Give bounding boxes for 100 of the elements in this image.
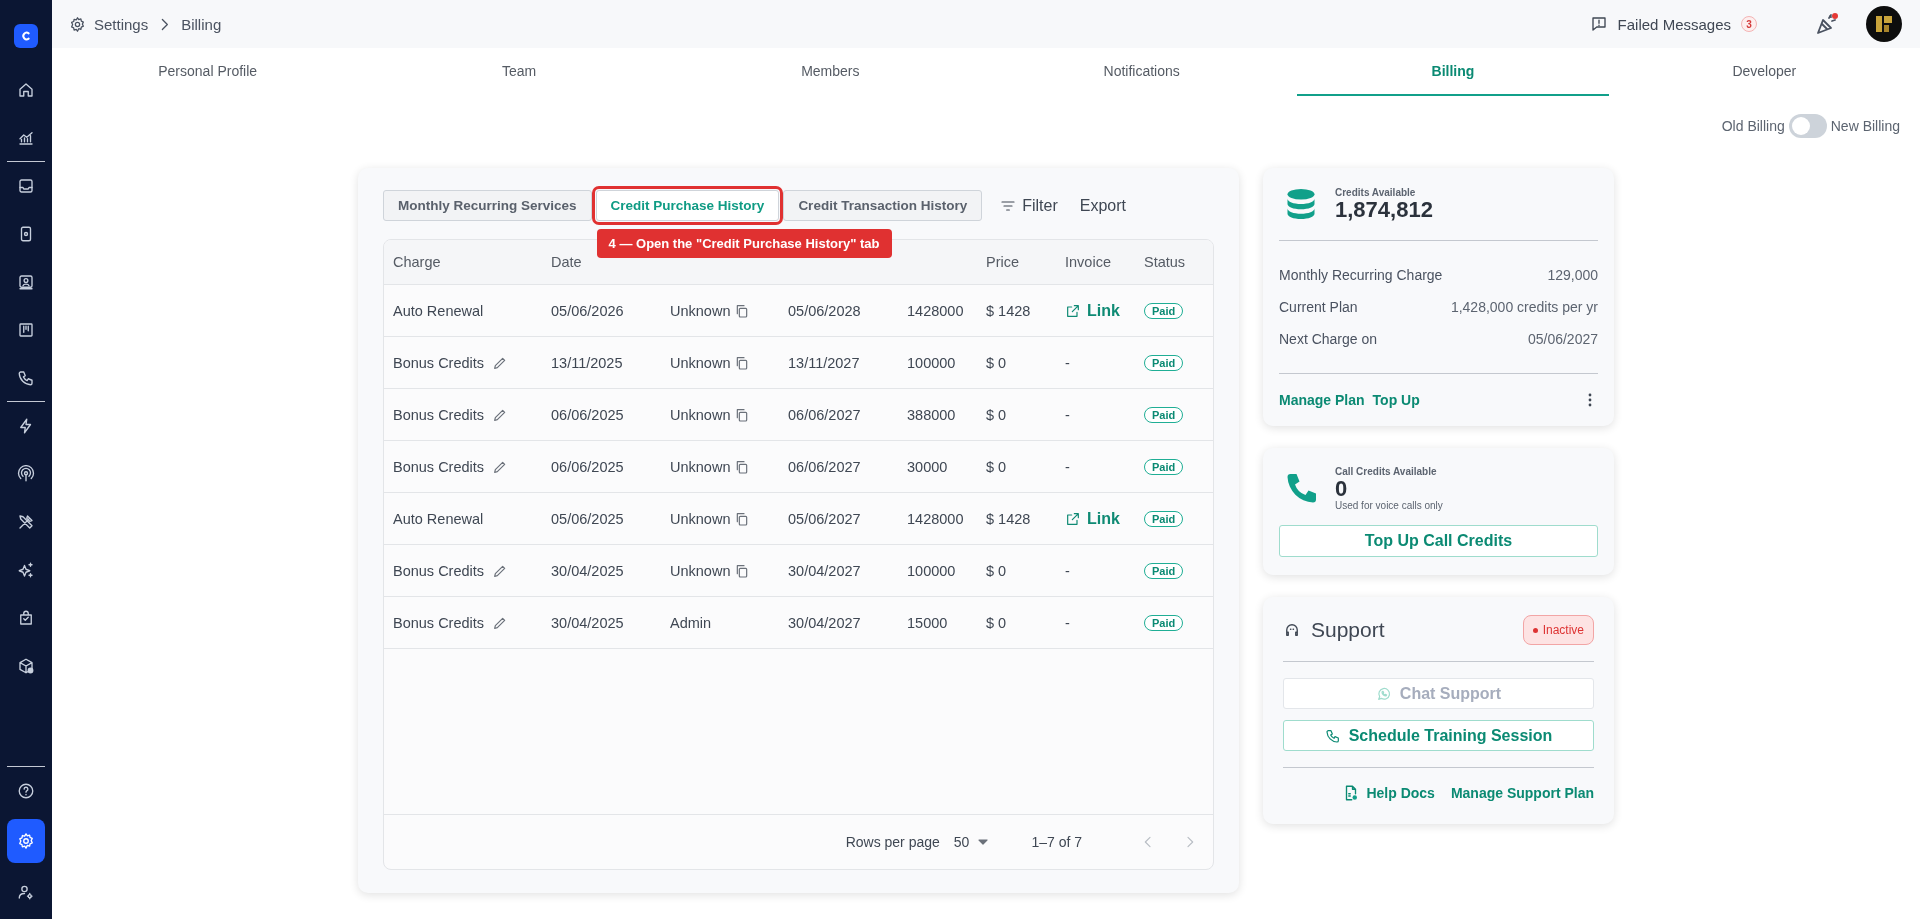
settings-tab[interactable]: Developer <box>1608 48 1920 96</box>
table-cell-text: 1428000 <box>906 510 965 527</box>
column-header: Status <box>1143 254 1187 270</box>
app-logo[interactable] <box>14 24 38 48</box>
page-range: 1–7 of 7 <box>1031 834 1082 850</box>
table-cell: Unknown <box>670 406 731 423</box>
table-cell-text: 30/04/2027 <box>787 562 862 579</box>
detail-label: Next Charge on <box>1279 330 1378 349</box>
status-badge: Paid <box>1144 354 1184 371</box>
card-title: Call Credits Available <box>1335 466 1438 477</box>
settings-tab[interactable]: Team <box>363 48 675 96</box>
board-icon[interactable] <box>17 320 35 339</box>
status-badge: Inactive <box>1522 615 1594 646</box>
table-cell-text: 05/06/2026 <box>550 302 625 319</box>
table-cell: Bonus Credits <box>393 458 485 475</box>
table-cell: - <box>1065 354 1070 371</box>
sparkle-icon[interactable] <box>17 560 35 579</box>
credits-value: 1,874,812 <box>1335 197 1433 222</box>
contact-card-icon[interactable] <box>17 272 35 291</box>
table-cell: - <box>1065 406 1070 423</box>
table-cell-text: 06/06/2027 <box>787 458 862 475</box>
invoice-link[interactable]: Link <box>1065 509 1120 528</box>
settings-tab[interactable]: Billing <box>1297 48 1609 96</box>
status-badge: Paid <box>1144 614 1184 631</box>
breadcrumb-item[interactable]: Settings <box>94 15 149 33</box>
table-cell-text: 05/06/2027 <box>787 510 862 527</box>
settings-tab[interactable]: Members <box>674 48 986 96</box>
external-link-icon <box>1065 302 1081 319</box>
column-header: Date <box>550 254 583 270</box>
card-link[interactable]: Manage Plan <box>1279 392 1365 408</box>
help-icon[interactable] <box>17 781 35 800</box>
history-tab[interactable]: Credit Purchase History <box>595 190 780 221</box>
history-tab[interactable]: Credit Transaction History <box>783 190 983 221</box>
inbox-icon[interactable] <box>17 176 35 195</box>
table-cell: Bonus Credits <box>393 406 485 423</box>
column-header: Price <box>985 254 1021 270</box>
status-badge: Paid <box>1144 302 1184 319</box>
billing-toggle[interactable] <box>1788 113 1827 138</box>
tools-icon[interactable] <box>17 512 35 531</box>
table-cell-text: 05/06/2025 <box>550 510 625 527</box>
table-cell: Unknown <box>670 354 731 371</box>
chat-icon <box>1375 685 1392 702</box>
table-cell: Unknown <box>670 302 731 319</box>
settings-tab[interactable]: Notifications <box>986 48 1298 96</box>
settings-tab[interactable]: Personal Profile <box>52 48 364 96</box>
broadcast-icon[interactable] <box>17 464 35 483</box>
bag-icon[interactable] <box>17 608 35 627</box>
toggle-label: Old Billing <box>1721 117 1785 134</box>
failed-messages-button[interactable]: Failed Messages 3 <box>1589 15 1757 33</box>
table-cell-text: $ 0 <box>985 354 1008 371</box>
status-badge: Paid <box>1144 458 1184 475</box>
detail-value: 05/06/2027 <box>1527 330 1598 349</box>
support-link[interactable]: Manage Support Plan <box>1450 784 1594 803</box>
settings-icon <box>69 15 86 33</box>
card-title: Credits Available <box>1335 186 1417 198</box>
external-link-icon <box>1065 510 1081 527</box>
table-cell-text: 100000 <box>906 354 957 371</box>
table-cell: Admin <box>670 614 712 631</box>
table-cell-text: 06/06/2025 <box>550 458 625 475</box>
table-cell: Bonus Credits <box>393 562 485 579</box>
table-cell-text: $ 0 <box>985 458 1008 475</box>
table-cell-text: $ 0 <box>985 406 1008 423</box>
party-popper-icon[interactable] <box>1815 12 1839 36</box>
status-badge: Paid <box>1144 406 1184 423</box>
status-badge: Paid <box>1144 562 1184 579</box>
call-credits-value: 0 <box>1335 477 1349 501</box>
avatar-icon[interactable] <box>1866 6 1902 42</box>
table-cell: Auto Renewal <box>393 302 484 319</box>
phone-icon[interactable] <box>17 368 35 387</box>
table-cell-text: 30/04/2025 <box>550 562 625 579</box>
status-badge: Paid <box>1144 510 1184 527</box>
table-cell-text: 13/11/2027 <box>787 354 861 371</box>
export-button[interactable]: Export <box>1079 196 1126 215</box>
filter-button[interactable]: Filter <box>1000 196 1058 215</box>
table-cell-text: 05/06/2028 <box>787 302 862 319</box>
detail-value: 129,000 <box>1547 266 1598 285</box>
history-tab[interactable]: Monthly Recurring Services <box>383 190 592 221</box>
table-cell-text: 13/11/2025 <box>550 354 624 371</box>
table-cell: Unknown <box>670 562 731 579</box>
support-button[interactable]: Schedule Training Session <box>1283 720 1594 752</box>
top-up-button[interactable]: Top Up Call Credits <box>1279 525 1598 558</box>
table-cell-text: 30/04/2025 <box>550 614 625 631</box>
table-cell: Auto Renewal <box>393 510 484 527</box>
table-cell-text: 388000 <box>906 406 957 423</box>
support-link[interactable]: Help Docs <box>1342 784 1435 803</box>
settings-icon[interactable] <box>17 832 35 850</box>
table-cell-text: $ 1428 <box>985 510 1032 527</box>
support-title: Support <box>1311 618 1385 643</box>
invoice-link[interactable]: Link <box>1065 301 1120 320</box>
column-header: Charge <box>392 254 442 270</box>
column-header: Invoice <box>1064 254 1112 270</box>
toggle-label: New Billing <box>1830 117 1900 134</box>
table-cell: - <box>1065 458 1070 475</box>
rows-per-page-select[interactable]: 50 <box>953 834 992 850</box>
card-link[interactable]: Top Up <box>1372 392 1420 408</box>
table-cell-text: 15000 <box>906 614 949 631</box>
sidebar-item[interactable] <box>7 819 45 863</box>
table-cell-text: 30/04/2027 <box>787 614 862 631</box>
box-icon[interactable] <box>17 656 35 675</box>
table-cell-text: $ 0 <box>985 562 1008 579</box>
